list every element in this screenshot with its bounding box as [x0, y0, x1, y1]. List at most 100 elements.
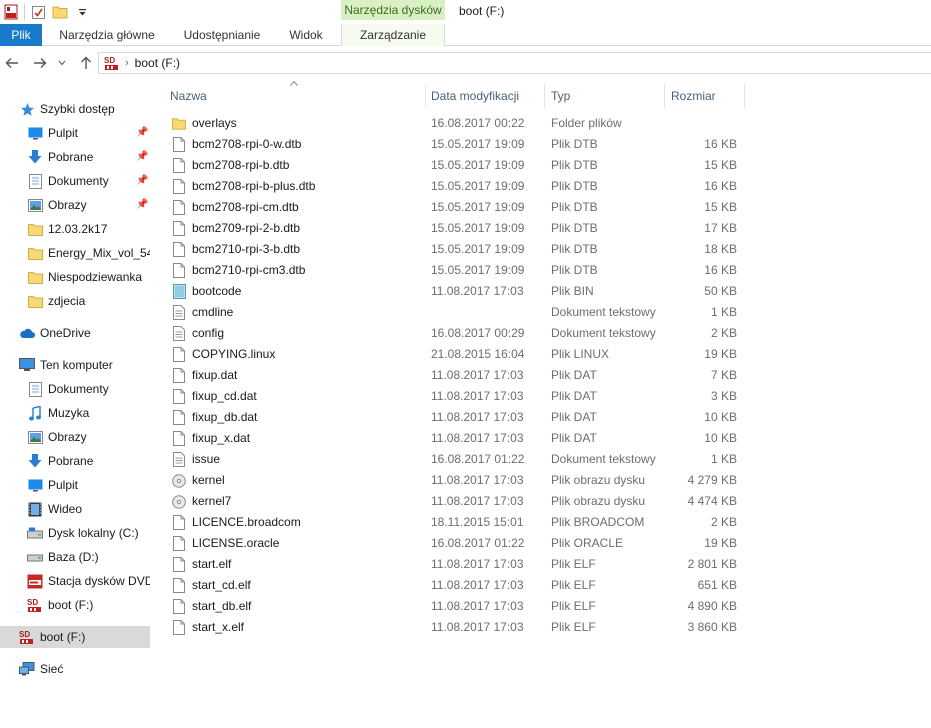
file-name: cmdline	[192, 305, 234, 319]
nav-quick-folder-2[interactable]: Energy_Mix_vol_54_	[0, 242, 150, 264]
properties-icon[interactable]	[27, 1, 49, 23]
nav-quick-folder-1[interactable]: 12.03.2k17	[0, 218, 150, 240]
back-button[interactable]	[2, 53, 22, 73]
file-name-cell: fixup_x.dat	[172, 428, 426, 449]
table-row[interactable]: bcm2709-rpi-2-b.dtb 15.05.2017 19:09 Plik …	[168, 218, 898, 239]
nav-pc-disk-d[interactable]: Baza (D:)	[0, 546, 150, 568]
nav-pc-boot[interactable]: SD boot (F:)	[0, 594, 150, 616]
nav-quick-pulpit[interactable]: Pulpit 📌	[0, 122, 150, 144]
tab-home[interactable]: Narzędzia główne	[48, 24, 166, 46]
table-row[interactable]: bcm2710-rpi-cm3.dtb 15.05.2017 19:09 Plik …	[168, 260, 898, 281]
up-button[interactable]	[76, 53, 96, 73]
table-row[interactable]: bcm2708-rpi-cm.dtb 15.05.2017 19:09 Plik D…	[168, 197, 898, 218]
nav-quick-pobrane[interactable]: Pobrane 📌	[0, 146, 150, 168]
table-row[interactable]: overlays 16.08.2017 00:22 Folder plików	[168, 113, 898, 134]
nav-pc-disk-c[interactable]: Dysk lokalny (C:)	[0, 522, 150, 544]
file-size: 1 KB	[710, 452, 737, 466]
file-size: 3 860 KB	[687, 620, 737, 634]
recent-locations-button[interactable]	[56, 53, 68, 73]
table-row[interactable]: cmdline Dokument tekstowy 1 KB	[168, 302, 898, 323]
table-row[interactable]: start_x.elf 11.08.2017 17:03 Plik ELF 3 860…	[168, 617, 898, 638]
column-header-type[interactable]: Typ	[545, 84, 665, 108]
table-row[interactable]: fixup_x.dat 11.08.2017 17:03 Plik DAT 10 KB	[168, 428, 898, 449]
table-row[interactable]: LICENCE.broadcom 18.11.2015 15:01 Plik BRO…	[168, 512, 898, 533]
file-name-cell: start_x.elf	[172, 617, 426, 638]
file-icon	[172, 347, 186, 363]
table-row[interactable]: bcm2708-rpi-b-plus.dtb 15.05.2017 19:09 Pl…	[168, 176, 898, 197]
table-row[interactable]: LICENSE.oracle 16.08.2017 01:22 Plik ORACL…	[168, 533, 898, 554]
address-field[interactable]: SD › boot (F:)	[98, 52, 931, 74]
file-date: 15.05.2017 19:09	[431, 158, 525, 172]
quick-access-toolbar	[0, 0, 93, 24]
pin-icon[interactable]: 📌	[136, 175, 148, 186]
file-name-cell: COPYING.linux	[172, 344, 426, 365]
nav-onedrive[interactable]: OneDrive	[0, 322, 150, 344]
table-row[interactable]: kernel 11.08.2017 17:03 Plik obrazu dysku 4…	[168, 470, 898, 491]
nav-pc-pulpit[interactable]: Pulpit	[0, 474, 150, 496]
file-icon	[172, 200, 186, 216]
table-row[interactable]: issue 16.08.2017 01:22 Dokument tekstowy 1 …	[168, 449, 898, 470]
pin-icon[interactable]: 📌	[136, 127, 148, 138]
forward-button[interactable]	[30, 53, 50, 73]
table-row[interactable]: bootcode 11.08.2017 17:03 Plik BIN 50 KB	[168, 281, 898, 302]
table-row[interactable]: bcm2708-rpi-b.dtb 15.05.2017 19:09 Plik DT…	[168, 155, 898, 176]
file-name: kernel7	[192, 494, 232, 508]
nav-quick-folder-4[interactable]: zdjecia	[0, 290, 150, 312]
file-type: Plik DTB	[551, 137, 598, 151]
file-icon	[172, 158, 186, 174]
table-row[interactable]: fixup_cd.dat 11.08.2017 17:03 Plik DAT 3 KB	[168, 386, 898, 407]
nav-label: Dokumenty	[48, 382, 109, 396]
nav-network[interactable]: Sieć	[0, 658, 150, 680]
column-header-size[interactable]: Rozmiar	[665, 84, 745, 108]
column-header-name[interactable]: Nazwa	[164, 84, 426, 108]
nav-pc-obrazy[interactable]: Obrazy	[0, 426, 150, 448]
file-name-cell: start.elf	[172, 554, 426, 575]
title-bar: Narzędzia dysków boot (F:)	[0, 0, 931, 24]
pin-icon[interactable]: 📌	[136, 151, 148, 162]
table-row[interactable]: config 16.08.2017 00:29 Dokument tekstowy 2…	[168, 323, 898, 344]
download-arrow-icon	[26, 149, 44, 165]
table-row[interactable]: start_db.elf 11.08.2017 17:03 Plik ELF 4 89…	[168, 596, 898, 617]
file-type: Dokument tekstowy	[551, 305, 656, 319]
nav-quick-obrazy[interactable]: Obrazy 📌	[0, 194, 150, 216]
table-row[interactable]: kernel7 11.08.2017 17:03 Plik obrazu dysku…	[168, 491, 898, 512]
nav-pc-pobrane[interactable]: Pobrane	[0, 450, 150, 472]
toolbar-divider	[24, 4, 25, 20]
table-row[interactable]: start_cd.elf 11.08.2017 17:03 Plik ELF 651 …	[168, 575, 898, 596]
table-row[interactable]: fixup_db.dat 11.08.2017 17:03 Plik DAT 10 K…	[168, 407, 898, 428]
customize-toolbar-icon[interactable]	[71, 1, 93, 23]
file-name: start.elf	[192, 557, 232, 571]
nav-pc-wideo[interactable]: Wideo	[0, 498, 150, 520]
table-row[interactable]: fixup.dat 11.08.2017 17:03 Plik DAT 7 KB	[168, 365, 898, 386]
nav-pc-muzyka[interactable]: Muzyka	[0, 402, 150, 424]
table-row[interactable]: bcm2708-rpi-0-w.dtb 15.05.2017 19:09 Plik …	[168, 134, 898, 155]
file-name-cell: bcm2708-rpi-b-plus.dtb	[172, 176, 426, 197]
tab-share[interactable]: Udostępnianie	[172, 24, 272, 46]
nav-quick-folder-3[interactable]: Niespodziewanka	[0, 266, 150, 288]
nav-quick-access[interactable]: Szybki dostęp	[0, 98, 150, 120]
breadcrumb-boot[interactable]: boot (F:)	[135, 56, 180, 70]
file-name-cell: config	[172, 323, 426, 344]
tab-file[interactable]: Plik	[0, 24, 42, 46]
nav-quick-dokumenty[interactable]: Dokumenty 📌	[0, 170, 150, 192]
file-name-cell: bcm2710-rpi-cm3.dtb	[172, 260, 426, 281]
sd-card-icon[interactable]	[0, 1, 22, 23]
column-header-date[interactable]: Data modyfikacji	[425, 84, 545, 108]
tab-manage[interactable]: Zarządzanie	[342, 24, 444, 46]
download-arrow-icon	[26, 453, 44, 469]
nav-pc-dokumenty[interactable]: Dokumenty	[0, 378, 150, 400]
table-row[interactable]: start.elf 11.08.2017 17:03 Plik ELF 2 801 K…	[168, 554, 898, 575]
tab-view[interactable]: Widok	[278, 24, 334, 46]
address-bar: SD › boot (F:)	[0, 50, 931, 76]
nav-pc-dvd[interactable]: Stacja dysków DVD	[0, 570, 150, 592]
nav-this-pc[interactable]: Ten komputer	[0, 354, 150, 376]
file-name: bcm2710-rpi-cm3.dtb	[192, 263, 306, 277]
chevron-right-icon[interactable]: ›	[125, 57, 129, 69]
file-type: Plik BROADCOM	[551, 515, 645, 529]
pin-icon[interactable]: 📌	[136, 199, 148, 210]
nav-drive-boot[interactable]: SD boot (F:)	[0, 626, 150, 648]
file-type: Folder plików	[551, 116, 622, 130]
table-row[interactable]: bcm2710-rpi-3-b.dtb 15.05.2017 19:09 Plik …	[168, 239, 898, 260]
table-row[interactable]: COPYING.linux 21.08.2015 16:04 Plik LINUX 1…	[168, 344, 898, 365]
new-folder-icon[interactable]	[49, 1, 71, 23]
